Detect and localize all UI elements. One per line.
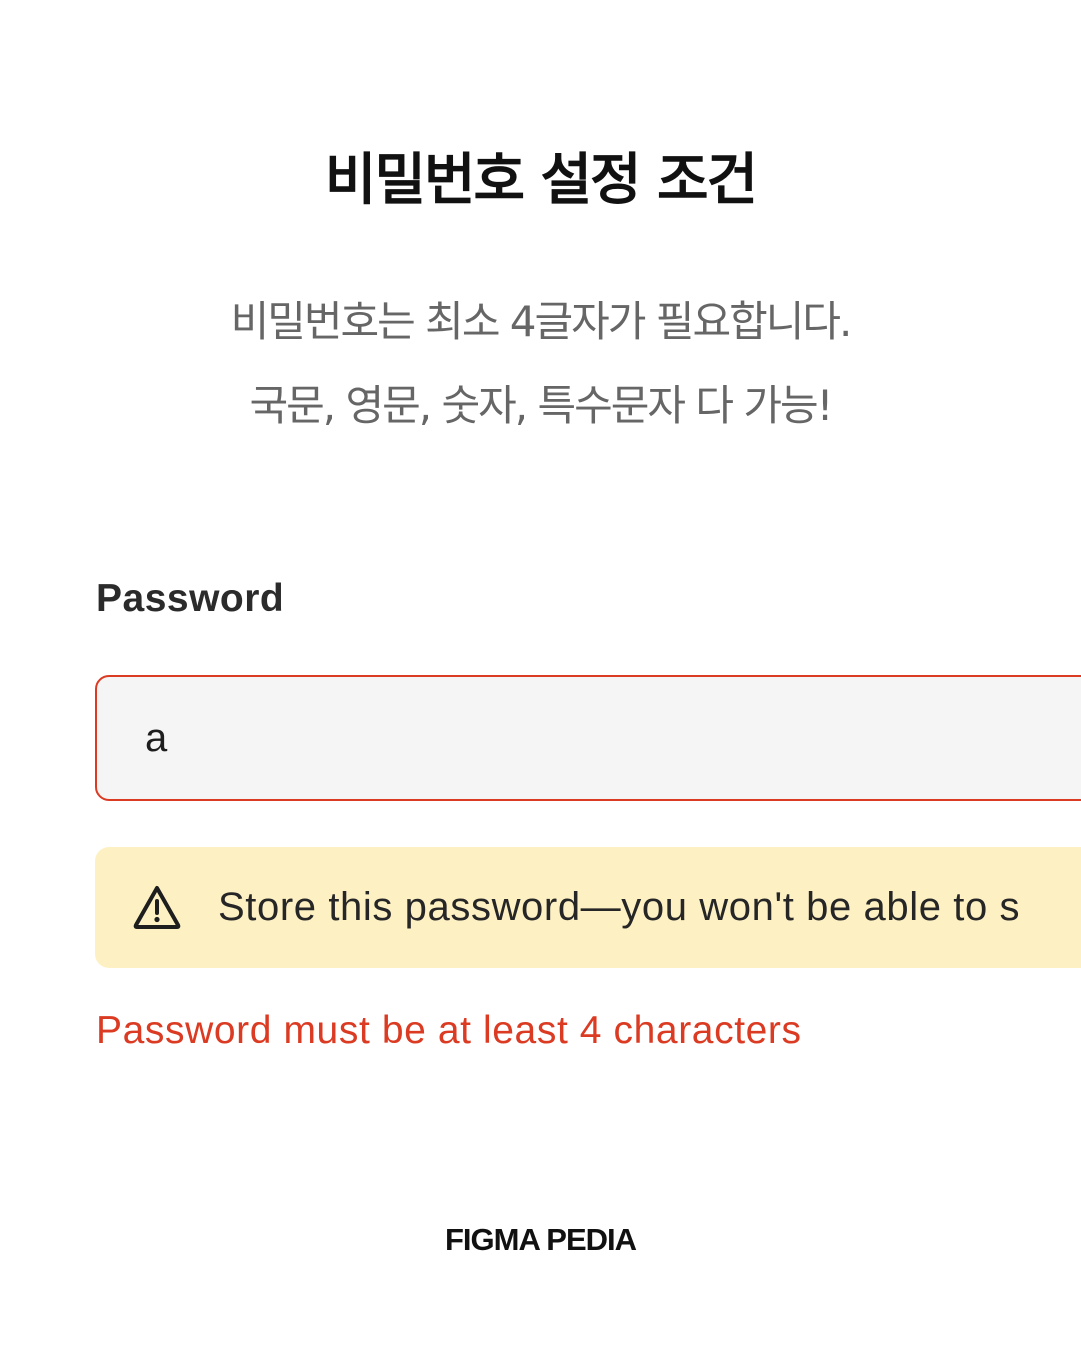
- brand-logo: FIGMA PEDIA: [444, 1222, 637, 1257]
- page-title: 비밀번호 설정 조건: [324, 148, 758, 213]
- warning-banner: Store this password—you won't be able to…: [95, 847, 1081, 968]
- password-input[interactable]: [95, 675, 1081, 801]
- subtitle-line-2: 국문, 영문, 숫자, 특수문자 다 가능!: [249, 381, 834, 430]
- password-label: Password: [96, 577, 285, 620]
- warning-text: Store this password—you won't be able to…: [218, 885, 1021, 929]
- page-subtitle: 비밀번호는 최소 4글자가 필요합니다. 국문, 영문, 숫자, 특수문자 다 …: [0, 280, 1081, 448]
- password-error-message: Password must be at least 4 characters: [96, 1009, 802, 1052]
- subtitle-line-1: 비밀번호는 최소 4글자가 필요합니다.: [230, 297, 853, 346]
- warning-triangle-icon: [133, 886, 181, 929]
